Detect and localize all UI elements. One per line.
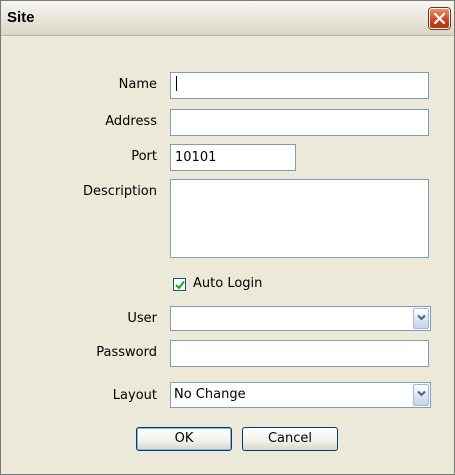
auto-login-checkbox[interactable]: [173, 278, 186, 291]
user-select[interactable]: [170, 306, 431, 331]
layout-label: Layout: [112, 388, 157, 403]
close-icon: [433, 12, 446, 25]
port-value: 10101: [175, 150, 217, 165]
site-dialog: Site Name Address Port 10101 Description…: [0, 0, 455, 475]
ok-button[interactable]: OK: [136, 427, 232, 451]
name-label: Name: [118, 77, 157, 92]
address-input[interactable]: [170, 109, 429, 136]
cancel-button[interactable]: Cancel: [242, 427, 338, 451]
chevron-down-icon: [417, 314, 426, 321]
port-input[interactable]: 10101: [170, 144, 296, 171]
chevron-down-icon: [417, 390, 426, 397]
password-label: Password: [96, 345, 157, 360]
layout-dropdown-button[interactable]: [413, 384, 429, 406]
checkmark-icon: [175, 280, 185, 290]
password-input[interactable]: [170, 340, 429, 367]
user-label: User: [127, 311, 157, 326]
layout-select[interactable]: No Change: [170, 382, 431, 408]
auto-login-label: Auto Login: [193, 276, 263, 291]
description-label: Description: [82, 184, 157, 199]
text-caret: [176, 76, 177, 91]
window-title: Site: [7, 9, 35, 26]
layout-value: No Change: [174, 387, 246, 402]
user-dropdown-button[interactable]: [413, 308, 429, 329]
address-label: Address: [105, 114, 157, 129]
title-bar[interactable]: Site: [1, 1, 454, 36]
close-button[interactable]: [429, 8, 450, 29]
description-textarea[interactable]: [170, 179, 429, 258]
port-label: Port: [131, 149, 157, 164]
name-input[interactable]: [170, 72, 429, 99]
